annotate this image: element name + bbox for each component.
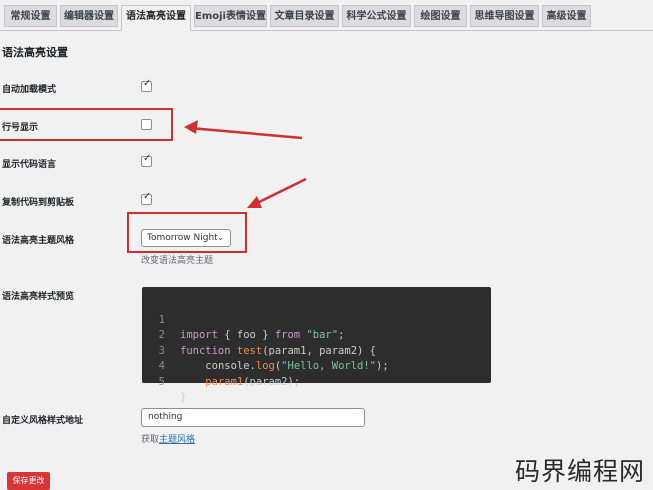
- code-token: }: [180, 391, 187, 403]
- custom-style-description-prefix: 获取: [141, 435, 160, 445]
- code-token: (param2);: [243, 375, 301, 388]
- code-token: param1: [205, 375, 244, 388]
- theme-style-link[interactable]: 主题风格: [159, 435, 195, 445]
- preview-label: 语法高亮样式预览: [2, 292, 75, 302]
- custom-style-label: 自定义风格样式地址: [2, 416, 84, 426]
- code-line: 4 param1(param2);: [142, 344, 491, 388]
- code-line: 1 import { foo } from "bar";: [142, 297, 491, 342]
- custom-style-input[interactable]: nothing: [141, 408, 365, 427]
- code-preview: 1 import { foo } from "bar"; 2 function …: [142, 287, 491, 404]
- arrow-icon: [184, 120, 303, 140]
- custom-style-description: 获取主题风格: [141, 432, 195, 445]
- watermark: 码界编程网: [514, 457, 645, 486]
- code-line: 3 console.log("Hello, World!");: [142, 328, 491, 373]
- arrow-icon: [247, 177, 307, 208]
- code-line: 5 }: [142, 359, 491, 404]
- save-button[interactable]: 保存更改: [7, 472, 50, 490]
- line-number: 5: [158, 375, 165, 388]
- code-line: 2 function test(param1, param2) {: [142, 313, 491, 357]
